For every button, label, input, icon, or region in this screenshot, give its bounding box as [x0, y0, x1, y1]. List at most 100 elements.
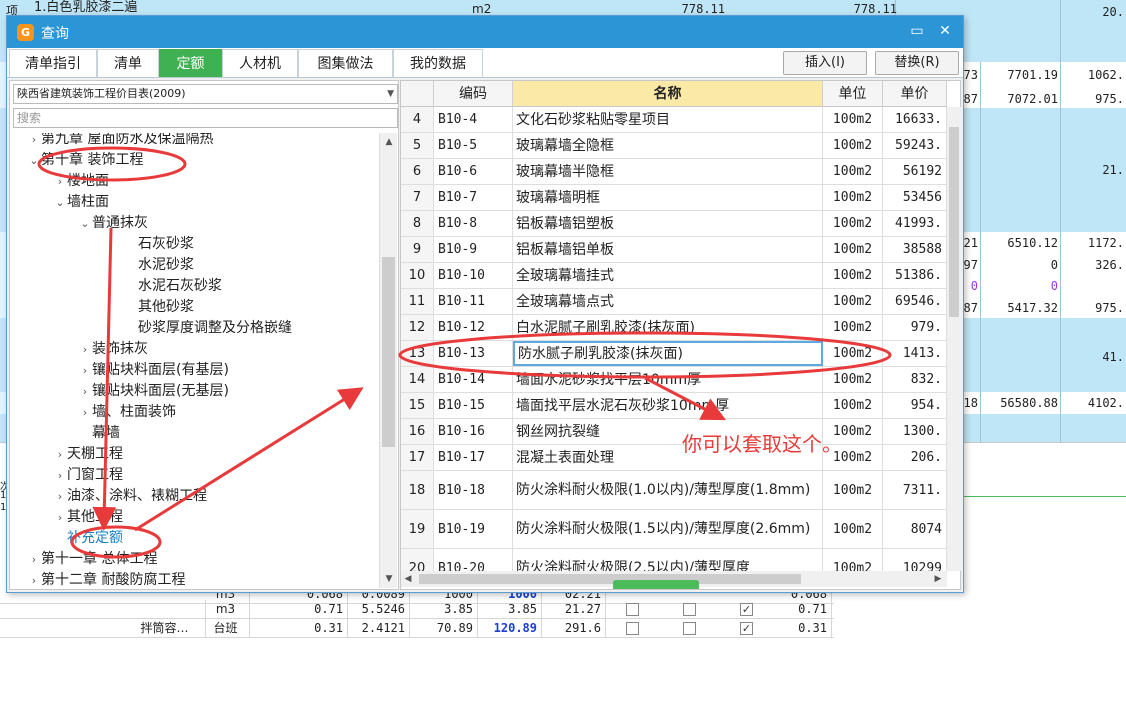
- table-row[interactable]: 9 B10-9 铝板幕墙铝单板 100m2 38588: [401, 237, 947, 263]
- row-checkbox[interactable]: [626, 603, 639, 616]
- collapsed-chevron-icon[interactable]: ›: [78, 360, 92, 381]
- table-row[interactable]: 5 B10-5 玻璃幕墙全隐框 100m2 59243.: [401, 133, 947, 159]
- tree-node[interactable]: ⌄ 普通抹灰: [78, 213, 148, 234]
- collapsed-chevron-icon[interactable]: ›: [78, 402, 92, 423]
- library-select[interactable]: 陕西省建筑装饰工程价目表(2009) ▼: [13, 84, 398, 104]
- collapsed-chevron-icon[interactable]: ›: [27, 133, 41, 150]
- table-row[interactable]: 7 B10-7 玻璃幕墙明框 100m2 53456: [401, 185, 947, 211]
- header-unit[interactable]: 单位: [823, 81, 883, 107]
- tab-bill[interactable]: 清单: [97, 49, 159, 77]
- grid-scrollbar[interactable]: [947, 107, 961, 571]
- scroll-thumb[interactable]: [419, 574, 801, 584]
- header-price[interactable]: 单价: [883, 81, 947, 107]
- tree-node[interactable]: › 墙、柱面装饰: [78, 402, 176, 423]
- row-name: 全玻璃幕墙挂式: [513, 263, 823, 288]
- table-row[interactable]: 15 B10-15 墙面找平层水泥石灰砂浆10mm厚 100m2 954.: [401, 393, 947, 419]
- tab-quota[interactable]: 定额: [159, 49, 222, 77]
- replace-button[interactable]: 替换(R): [875, 51, 959, 75]
- close-button[interactable]: ✕: [934, 21, 956, 41]
- cell-v2: 5.5246: [348, 600, 410, 619]
- tree-scrollbar[interactable]: ▲ ▼: [379, 133, 397, 588]
- table-row[interactable]: 13 B10-13 防水腻子刷乳胶漆(抹灰面) 100m2 1413.: [401, 341, 947, 367]
- row-checkbox[interactable]: ✓: [740, 622, 753, 635]
- tree-node[interactable]: 水泥石灰砂浆: [124, 276, 222, 297]
- tree-node[interactable]: › 镶贴块料面层(无基层): [78, 381, 229, 402]
- tree-node[interactable]: › 镶贴块料面层(有基层): [78, 360, 229, 381]
- dialog-titlebar[interactable]: G 查询 ▭ ✕: [7, 16, 963, 48]
- tab-labor-material-machine[interactable]: 人材机: [222, 49, 298, 77]
- table-row[interactable]: 14 B10-14 墙面水泥砂浆找平层10mm厚 100m2 832.: [401, 367, 947, 393]
- row-price: 59243.: [883, 133, 947, 158]
- table-row[interactable]: 16 B10-16 钢丝网抗裂缝 100m2 1300.: [401, 419, 947, 445]
- row-price: 954.: [883, 393, 947, 418]
- row-checkbox[interactable]: [626, 622, 639, 635]
- tree-node[interactable]: 幕墙: [78, 423, 120, 444]
- tree-node[interactable]: › 其他工程: [53, 507, 123, 528]
- table-row[interactable]: 11 B10-11 全玻璃幕墙点式 100m2 69546.: [401, 289, 947, 315]
- header-name[interactable]: 名称: [513, 81, 823, 107]
- tree-node[interactable]: › 楼地面: [53, 171, 109, 192]
- tree-node[interactable]: ⌄ 第十章 装饰工程: [27, 150, 143, 171]
- row-unit: 100m2: [823, 211, 883, 236]
- row-number: 14: [401, 367, 434, 392]
- row-checkbox[interactable]: [683, 603, 696, 616]
- table-row[interactable]: 8 B10-8 铝板幕墙铝塑板 100m2 41993.: [401, 211, 947, 237]
- table-row[interactable]: 拌筒容… 台班 0.31 2.4121 70.89 120.89 291.6 0.31 ✓: [0, 619, 834, 638]
- scroll-right-icon[interactable]: ▶: [931, 571, 945, 587]
- tree-node[interactable]: › 油漆、涂料、裱糊工程: [53, 486, 207, 507]
- cell-v3: 3.85: [410, 600, 478, 619]
- table-row[interactable]: 12 B10-12 白水泥腻子刷乳胶漆(抹灰面) 100m2 979.: [401, 315, 947, 341]
- search-input[interactable]: 搜索: [13, 108, 398, 128]
- scroll-up-icon[interactable]: ▲: [380, 133, 398, 151]
- scroll-left-icon[interactable]: ◀: [401, 571, 415, 587]
- maximize-button[interactable]: ▭: [906, 21, 928, 41]
- tree-node[interactable]: ⌄ 墙柱面: [53, 192, 109, 213]
- row-code: B10-9: [434, 237, 513, 262]
- table-row[interactable]: 6 B10-6 玻璃幕墙半隐框 100m2 56192: [401, 159, 947, 185]
- header-code[interactable]: 编码: [434, 81, 513, 107]
- expanded-chevron-icon[interactable]: ⌄: [78, 213, 92, 234]
- tree-node[interactable]: 砂浆厚度调整及分格嵌缝: [124, 318, 292, 339]
- collapsed-chevron-icon[interactable]: ›: [53, 486, 67, 507]
- collapsed-chevron-icon[interactable]: ›: [78, 381, 92, 402]
- insert-button[interactable]: 插入(I): [783, 51, 867, 75]
- splitter-handle[interactable]: [613, 580, 699, 589]
- table-row[interactable]: m3 0.71 5.5246 3.85 3.85 21.27 0.71 ✓: [0, 600, 834, 619]
- tab-list-guide[interactable]: 清单指引: [9, 49, 97, 77]
- table-row[interactable]: 10 B10-10 全玻璃幕墙挂式 100m2 51386.: [401, 263, 947, 289]
- table-row[interactable]: 4 B10-4 文化石砂浆粘贴零星项目 100m2 16633.: [401, 107, 947, 133]
- tree-node[interactable]: 石灰砂浆: [124, 234, 194, 255]
- tree-node[interactable]: 补充定额: [53, 528, 123, 549]
- tree-node[interactable]: › 天棚工程: [53, 444, 123, 465]
- row-checkbox[interactable]: ✓: [740, 603, 753, 616]
- table-row[interactable]: 19 B10-19 防火涂料耐火极限(1.5以内)/薄型厚度(2.6mm) 100m2…: [401, 510, 947, 549]
- collapsed-chevron-icon[interactable]: ›: [27, 570, 41, 588]
- collapsed-chevron-icon[interactable]: ›: [53, 444, 67, 465]
- tree-node[interactable]: 水泥砂浆: [124, 255, 194, 276]
- scroll-down-icon[interactable]: ▼: [380, 570, 398, 588]
- collapsed-chevron-icon[interactable]: ›: [53, 171, 67, 192]
- collapsed-chevron-icon[interactable]: ›: [27, 549, 41, 570]
- cell-name: 拌筒容…: [128, 619, 206, 638]
- bg-cell: 7072.01: [1007, 92, 1058, 106]
- collapsed-chevron-icon[interactable]: ›: [53, 507, 67, 528]
- tree-node[interactable]: › 第九章 屋面防水及保温隔热: [27, 133, 214, 150]
- row-name: 文化石砂浆粘贴零星项目: [513, 107, 823, 132]
- scroll-thumb[interactable]: [382, 257, 395, 447]
- tab-atlas-method[interactable]: 图集做法: [298, 49, 393, 77]
- table-row[interactable]: 18 B10-18 防火涂料耐火极限(1.0以内)/薄型厚度(1.8mm) 100m2…: [401, 471, 947, 510]
- expanded-chevron-icon[interactable]: ⌄: [27, 150, 41, 171]
- collapsed-chevron-icon[interactable]: ›: [78, 339, 92, 360]
- table-row[interactable]: 20 B10-20 防火涂料耐火极限(2.5以内)/薄型厚度 100m2 10299: [401, 549, 947, 571]
- collapsed-chevron-icon[interactable]: ›: [53, 465, 67, 486]
- scroll-thumb[interactable]: [949, 127, 959, 317]
- tree-node[interactable]: › 门窗工程: [53, 465, 123, 486]
- expanded-chevron-icon[interactable]: ⌄: [53, 192, 67, 213]
- tree-node[interactable]: › 装饰抹灰: [78, 339, 148, 360]
- row-checkbox[interactable]: [683, 622, 696, 635]
- tab-my-data[interactable]: 我的数据: [393, 49, 483, 77]
- table-row[interactable]: 17 B10-17 混凝土表面处理 100m2 206.: [401, 445, 947, 471]
- tree-node[interactable]: › 第十二章 耐酸防腐工程: [27, 570, 186, 588]
- tree-node[interactable]: 其他砂浆: [124, 297, 194, 318]
- tree-node[interactable]: › 第十一章 总体工程: [27, 549, 158, 570]
